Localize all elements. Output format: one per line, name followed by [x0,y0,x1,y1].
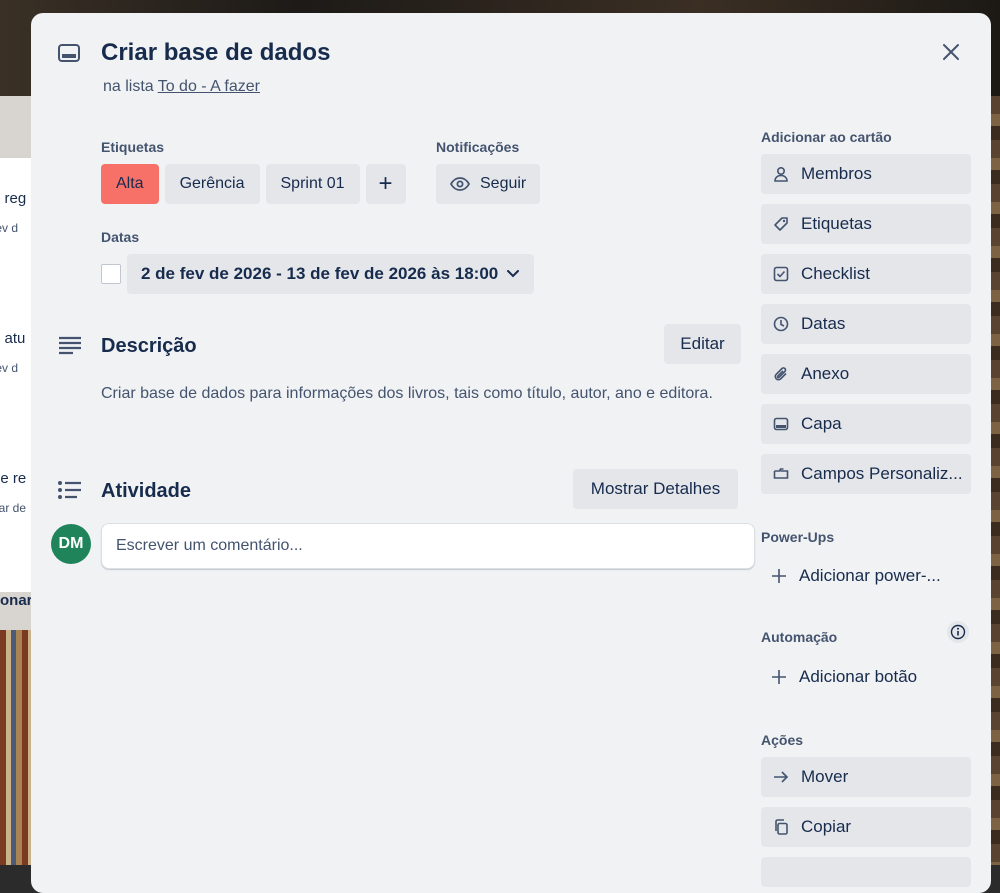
checklist-icon [773,266,789,282]
powerups-heading: Power-Ups [761,529,835,545]
paperclip-icon [773,366,789,382]
activity-icon [57,478,83,504]
copy-icon [773,819,789,835]
custom-fields-icon [773,466,789,482]
dates-sidebar-button[interactable]: Datas [761,304,971,344]
notifications-heading: Notificações [436,139,520,155]
chevron-down-icon [507,270,520,278]
card-detail-modal: Criar base de dados na lista To do - A fa… [31,13,991,893]
arrow-right-icon [773,769,789,785]
info-icon[interactable] [947,621,969,643]
follow-button[interactable]: Seguir [436,164,541,204]
close-icon [943,44,959,60]
plus-icon [772,569,786,583]
label-sprint[interactable]: Sprint 01 [265,164,360,204]
checklist-button[interactable]: Checklist [761,254,971,294]
clock-icon [773,316,789,332]
show-details-button[interactable]: Mostrar Detalhes [573,469,738,509]
cover-button[interactable]: Capa [761,404,971,444]
add-powerup-button[interactable]: Adicionar power-... [761,556,971,596]
card-icon [57,41,81,65]
person-icon [773,166,789,182]
attachment-button[interactable]: Anexo [761,354,971,394]
more-actions-button[interactable] [761,857,971,887]
dates-button[interactable]: 2 de fev de 2026 - 13 de fev de 2026 às … [127,254,535,294]
avatar[interactable]: DM [51,524,91,564]
add-label-button[interactable]: + [365,164,406,204]
description-heading: Descrição [101,335,197,357]
card-title[interactable]: Criar base de dados [101,39,330,67]
label-gerencia[interactable]: Gerência [164,164,260,204]
description-text[interactable]: Criar base de dados para informações dos… [101,381,721,406]
list-breadcrumb: na lista To do - A fazer [103,78,260,95]
comment-input[interactable]: Escrever um comentário... [101,523,755,569]
tag-icon [773,216,789,232]
copy-button[interactable]: Copiar [761,807,971,847]
due-complete-checkbox[interactable] [101,264,121,284]
list-link[interactable]: To do - A fazer [158,78,260,95]
labels-heading: Etiquetas [101,139,165,155]
automation-heading: Automação [761,629,838,645]
labels-list: Alta Gerência Sprint 01 + [101,164,406,204]
labels-button[interactable]: Etiquetas [761,204,971,244]
cover-icon [773,416,789,432]
actions-heading: Ações [761,732,804,748]
label-alta[interactable]: Alta [101,164,159,204]
plus-icon [772,670,786,684]
eye-icon [450,177,470,191]
add-to-card-heading: Adicionar ao cartão [761,129,892,145]
activity-heading: Atividade [101,480,192,502]
dates-heading: Datas [101,229,140,245]
add-automation-button[interactable]: Adicionar botão [761,657,971,697]
members-button[interactable]: Membros [761,154,971,194]
close-button[interactable] [936,37,966,67]
move-button[interactable]: Mover [761,757,971,797]
edit-description-button[interactable]: Editar [664,324,741,364]
description-icon [57,333,83,359]
custom-fields-button[interactable]: Campos Personaliz... [761,454,971,494]
